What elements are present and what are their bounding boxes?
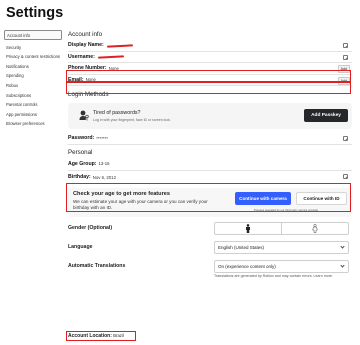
display-name-row: Display Name: bbox=[68, 40, 352, 52]
copy-username-icon[interactable] bbox=[343, 54, 348, 60]
passkey-promo: Tired of passwords? Log in with your fin… bbox=[68, 103, 352, 129]
chevron-down-icon bbox=[340, 263, 345, 268]
username-label: Username: bbox=[68, 53, 95, 60]
email-value: None bbox=[85, 77, 96, 83]
birthday-row: Birthday: Nov 6, 2012 bbox=[68, 171, 352, 184]
age-group-row: Age Group: 13-15 bbox=[68, 158, 352, 171]
language-row: Language English (United States) bbox=[68, 238, 352, 257]
language-label: Language bbox=[68, 244, 93, 250]
language-value: English (United States) bbox=[218, 244, 265, 250]
password-value: ******* bbox=[96, 135, 108, 141]
translations-value: On (experience content only) bbox=[218, 263, 276, 269]
age-group-label: Age Group: bbox=[68, 160, 97, 167]
sidebar-item-app-permissions[interactable]: App permissions bbox=[6, 112, 62, 117]
gender-female-option[interactable] bbox=[282, 223, 348, 234]
gender-male-option[interactable] bbox=[215, 222, 282, 234]
sidebar-item-spending[interactable]: Spending bbox=[6, 73, 62, 78]
birthday-label: Birthday: bbox=[68, 174, 91, 180]
page-title: Settings bbox=[6, 5, 64, 21]
sidebar-item-notifications[interactable]: Notifications bbox=[6, 64, 62, 69]
sidebar-item-privacy[interactable]: Privacy & content restrictions bbox=[6, 54, 62, 59]
location-label: Account Location: bbox=[68, 333, 112, 339]
sidebar-item-account-info[interactable]: Account info bbox=[4, 30, 62, 40]
gender-selector bbox=[214, 221, 349, 235]
username-row: Username: bbox=[68, 52, 352, 63]
age-group-value: 13-15 bbox=[98, 161, 110, 166]
personal-heading: Personal bbox=[68, 148, 93, 156]
account-location: Account Location: Brazil bbox=[68, 333, 124, 339]
continue-with-camera-button[interactable]: Continue with camera bbox=[235, 191, 291, 205]
sidebar-item-subscriptions[interactable]: Subscriptions bbox=[6, 93, 62, 98]
gender-row: Gender (Optional) bbox=[68, 219, 352, 238]
password-row: Password: ******* bbox=[68, 133, 352, 145]
translations-note: Translations are generated by Roblox and… bbox=[214, 273, 333, 278]
settings-sidebar: Account info Security Privacy & content … bbox=[4, 30, 62, 131]
female-icon bbox=[312, 223, 318, 233]
passkey-icon bbox=[79, 110, 89, 121]
phone-label: Phone Number: bbox=[68, 65, 107, 72]
email-label: Email: bbox=[68, 76, 84, 83]
passkey-subtitle: Log in with your fingerprint, face ID or… bbox=[93, 117, 171, 122]
verify-provider-note: Process operated by our third party serv… bbox=[254, 208, 319, 212]
age-verification-card: Check your age to get more features We c… bbox=[68, 187, 352, 217]
verify-title: Check your age to get more features bbox=[73, 190, 170, 197]
gender-label: Gender (Optional) bbox=[68, 225, 113, 231]
add-passkey-button[interactable]: Add Passkey bbox=[304, 109, 348, 122]
login-methods-heading: Login Methods bbox=[68, 91, 109, 98]
continue-with-id-button[interactable]: Continue with ID bbox=[296, 191, 347, 205]
phone-row: Phone Number: None Add bbox=[68, 63, 352, 75]
edit-birthday-icon[interactable] bbox=[343, 173, 348, 179]
account-info-heading: Account info bbox=[68, 31, 103, 38]
sidebar-item-security[interactable]: Security bbox=[6, 45, 62, 50]
edit-display-name-icon[interactable] bbox=[343, 43, 348, 48]
translations-label: Automatic Translations bbox=[68, 262, 126, 269]
passkey-title: Tired of passwords? bbox=[93, 110, 141, 116]
display-name-label: Display Name: bbox=[68, 42, 104, 49]
password-label: Password: bbox=[68, 135, 95, 142]
verify-subtitle: We can estimate your age with your camer… bbox=[73, 198, 208, 210]
redaction-scribble bbox=[97, 55, 124, 59]
translations-row: Automatic Translations On (experience co… bbox=[68, 257, 352, 289]
translations-select[interactable]: On (experience content only) bbox=[214, 259, 349, 273]
sidebar-item-browser-preferences[interactable]: Browser preferences bbox=[6, 121, 62, 126]
add-phone-button[interactable]: Add bbox=[337, 65, 350, 73]
sidebar-item-robux[interactable]: Robux bbox=[6, 83, 62, 88]
redaction-scribble bbox=[106, 44, 133, 48]
add-email-button[interactable]: Add bbox=[337, 76, 350, 85]
edit-password-icon[interactable] bbox=[343, 136, 348, 141]
male-icon bbox=[246, 223, 250, 233]
phone-value: None bbox=[108, 65, 119, 71]
language-select[interactable]: English (United States) bbox=[214, 240, 349, 254]
email-row: Email: None Add bbox=[68, 75, 352, 86]
chevron-down-icon bbox=[340, 244, 345, 249]
account-info-panel: Account info Display Name: Username: Pho… bbox=[68, 29, 352, 289]
birthday-value: Nov 6, 2012 bbox=[92, 174, 116, 180]
sidebar-item-parental-controls[interactable]: Parental controls bbox=[6, 102, 62, 107]
location-value: Brazil bbox=[113, 333, 124, 338]
